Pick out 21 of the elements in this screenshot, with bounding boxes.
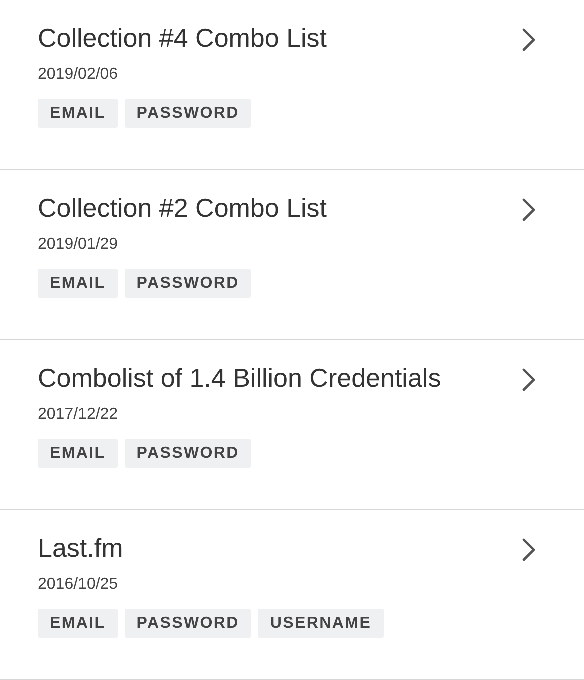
breach-title: Last.fm xyxy=(38,532,124,565)
data-tag: PASSWORD xyxy=(124,99,252,128)
breach-title: Collection #4 Combo List xyxy=(38,22,328,55)
chevron-right-icon[interactable] xyxy=(522,368,536,392)
data-tag: USERNAME xyxy=(258,609,384,638)
data-tag: EMAIL xyxy=(38,99,118,128)
data-tag: PASSWORD xyxy=(124,609,252,638)
chevron-right-icon[interactable] xyxy=(522,28,536,52)
data-tag: EMAIL xyxy=(38,439,118,468)
breach-date: 2019/02/06 xyxy=(38,65,120,85)
chevron-right-icon[interactable] xyxy=(522,538,536,562)
data-tag: EMAIL xyxy=(38,269,118,298)
chevron-right-icon[interactable] xyxy=(522,198,536,222)
data-tag: PASSWORD xyxy=(124,439,252,468)
breach-date: 2017/12/22 xyxy=(38,405,120,425)
data-tag: PASSWORD xyxy=(124,269,252,298)
breach-date: 2019/01/29 xyxy=(38,235,120,255)
breach-date: 2016/10/25 xyxy=(38,575,120,595)
data-tag: EMAIL xyxy=(38,609,118,638)
breach-title: Combolist of 1.4 Billion Credentials xyxy=(38,362,442,395)
breach-title: Collection #2 Combo List xyxy=(38,192,328,225)
